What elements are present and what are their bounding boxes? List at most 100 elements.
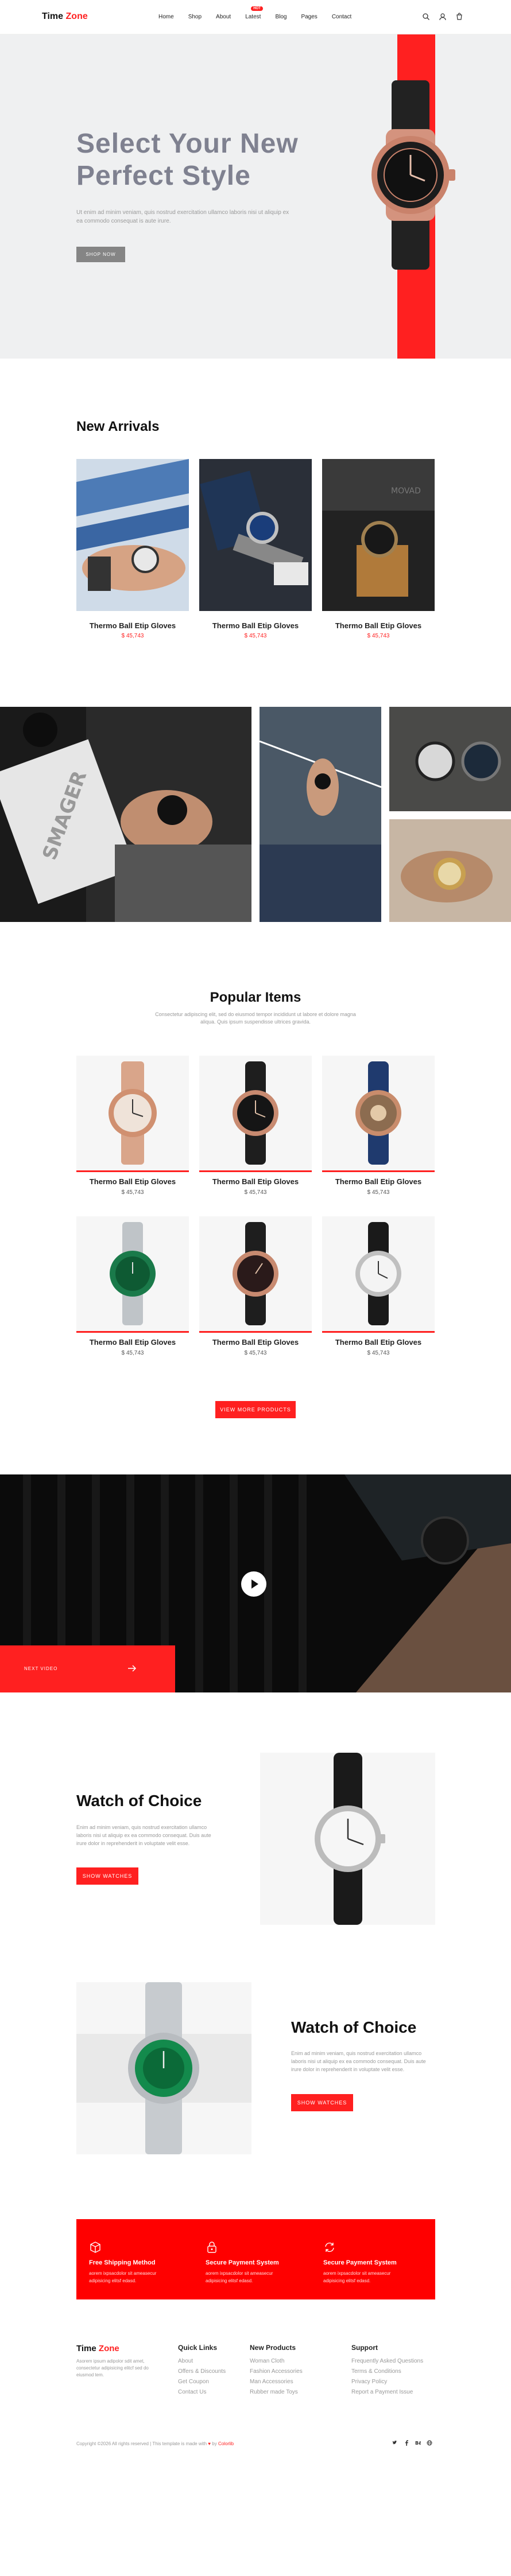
footer-link-terms[interactable]: Terms & Conditions [351,2368,401,2375]
nav-shop[interactable]: Shop [188,14,202,20]
gallery-image-small-1 [389,707,511,811]
choice2-watch-image [76,1982,251,2154]
nav-pages[interactable]: Pages [301,14,317,20]
arrival-image-3[interactable]: MOVAD [322,459,435,611]
footer-link-woman-cloth[interactable]: Woman Cloth [250,2358,284,2364]
popular-name-4[interactable]: Thermo Ball Etip Gloves [76,1338,189,1347]
hot-badge: HOT [251,6,263,11]
popular-image-3[interactable] [322,1056,435,1170]
arrival-image-1[interactable] [76,459,189,611]
lock-icon [207,2242,216,2253]
popular-name-2[interactable]: Thermo Ball Etip Gloves [199,1177,312,1186]
feature-text-3: aorem ixpsacdolor sit ameasecur adipisici… [323,2271,391,2283]
popular-title: Popular Items [210,990,301,1005]
arrival-price-1: $ 45,743 [121,633,144,639]
arrow-right-icon [128,1665,137,1672]
search-icon[interactable] [422,13,430,21]
popular-underline-6 [322,1331,435,1333]
footer-new-title: New Products [250,2344,296,2352]
arrival-name-1[interactable]: Thermo Ball Etip Gloves [76,621,189,630]
choice2-title: Watch of Choice [291,2018,417,2036]
site-header: Time Zone Home Shop About HOT Latest Blog… [0,0,511,34]
refresh-icon [325,2242,334,2252]
popular-name-1[interactable]: Thermo Ball Etip Gloves [76,1177,189,1186]
colorlib-link[interactable]: Colorlib [218,2441,234,2446]
choice1-watch-image [260,1753,435,1925]
twitter-icon[interactable] [392,2440,398,2446]
user-icon[interactable] [439,13,447,21]
feature-text-2: aorem ixpsacdolor sit ameasecur adipisici… [206,2271,273,2283]
footer-logo[interactable]: Time Zone [76,2344,119,2353]
hero-watch-image [371,80,455,270]
popular-price-6: $ 45,743 [367,1350,390,1356]
cart-icon[interactable] [455,13,463,21]
nav-about[interactable]: About [216,14,231,20]
footer-link-privacy[interactable]: Privacy Policy [351,2379,387,2385]
footer-link-contact[interactable]: Contact Us [178,2389,206,2395]
feature-text-1: aorem ixpsacdolor sit ameasecur adipisici… [89,2271,157,2283]
arrival-image-2[interactable] [199,459,312,611]
choice2-text: Enim ad minim veniam, quis nostrud exerc… [291,2050,426,2072]
popular-image-2[interactable] [199,1056,312,1170]
hero-banner: Select Your New Perfect Style Ut enim ad … [0,34,511,359]
choice1-text: Enim ad minim veniam, quis nostrud exerc… [76,1824,211,1846]
nav-home[interactable]: Home [158,14,174,20]
next-video-button[interactable]: NEXT VIDEO [0,1645,175,1692]
footer-link-payment-issue[interactable]: Report a Payment Issue [351,2389,413,2395]
gallery-image-small-2 [389,819,511,922]
popular-price-1: $ 45,743 [121,1189,144,1196]
shop-now-button[interactable]: SHOP NOW [76,247,125,262]
footer-link-about[interactable]: About [178,2358,193,2364]
popular-image-5[interactable] [199,1216,312,1331]
box-icon [90,2242,100,2253]
choice1-title: Watch of Choice [76,1792,202,1810]
gallery-image-tall [260,707,381,922]
popular-name-5[interactable]: Thermo Ball Etip Gloves [199,1338,312,1347]
nav-contact[interactable]: Contact [332,14,351,20]
popular-image-4[interactable] [76,1216,189,1331]
popular-underline-3 [322,1170,435,1172]
feature-title-3: Secure Payment System [323,2259,397,2266]
popular-underline-5 [199,1331,312,1333]
popular-underline-4 [76,1331,189,1333]
footer-quick-title: Quick Links [178,2344,218,2352]
nav-blog[interactable]: Blog [275,14,287,20]
footer-link-coupon[interactable]: Get Coupon [178,2379,209,2385]
popular-image-6[interactable] [322,1216,435,1331]
nav-latest[interactable]: HOT Latest [245,6,263,20]
play-button[interactable] [241,1571,266,1597]
popular-subtitle: Consectetur adipiscing elit, sed do eius… [155,1011,356,1025]
popular-price-5: $ 45,743 [244,1350,267,1356]
feature-title-1: Free Shipping Method [89,2259,156,2266]
svg-text:MOVAD: MOVAD [391,487,421,496]
popular-price-2: $ 45,743 [244,1189,267,1196]
globe-icon[interactable] [427,2440,432,2446]
next-video-label: NEXT VIDEO [24,1666,58,1671]
arrival-name-2[interactable]: Thermo Ball Etip Gloves [199,621,312,630]
facebook-icon[interactable] [404,2440,409,2446]
arrival-price-2: $ 45,743 [244,633,267,639]
footer-link-faq[interactable]: Frequently Asked Questions [351,2358,423,2364]
features-bar: Free Shipping Method aorem ixpsacdolor s… [76,2219,435,2299]
popular-image-1[interactable] [76,1056,189,1170]
popular-name-6[interactable]: Thermo Ball Etip Gloves [322,1338,435,1347]
choice1-show-watches-button[interactable]: SHOW WATCHES [76,1867,138,1885]
footer-link-fashion[interactable]: Fashion Accessories [250,2368,303,2375]
popular-name-3[interactable]: Thermo Ball Etip Gloves [322,1177,435,1186]
arrival-name-3[interactable]: Thermo Ball Etip Gloves [322,621,435,630]
footer-link-offers[interactable]: Offers & Discounts [178,2368,226,2375]
popular-underline-2 [199,1170,312,1172]
hero-title: Select Your New Perfect Style [76,129,299,191]
gallery-image-large: SMAGER [0,707,251,922]
play-icon [251,1579,258,1589]
new-arrivals-title: New Arrivals [76,419,160,434]
footer-about: Asorem ipsum adipolor sdit amet, consecte… [76,2359,149,2377]
behance-icon[interactable]: Bē [415,2440,421,2446]
choice2-show-watches-button[interactable]: SHOW WATCHES [291,2094,353,2111]
footer-link-man-accessories[interactable]: Man Accessories [250,2379,293,2385]
view-more-products-button[interactable]: VIEW MORE PRODUCTS [215,1401,296,1418]
footer-link-toys[interactable]: Rubber made Toys [250,2389,298,2395]
hero-text: Ut enim ad minim veniam, quis nostrud ex… [76,209,289,224]
logo[interactable]: Time Zone [42,11,88,22]
copyright: Copyright ©2026 All rights reserved | Th… [76,2441,234,2446]
